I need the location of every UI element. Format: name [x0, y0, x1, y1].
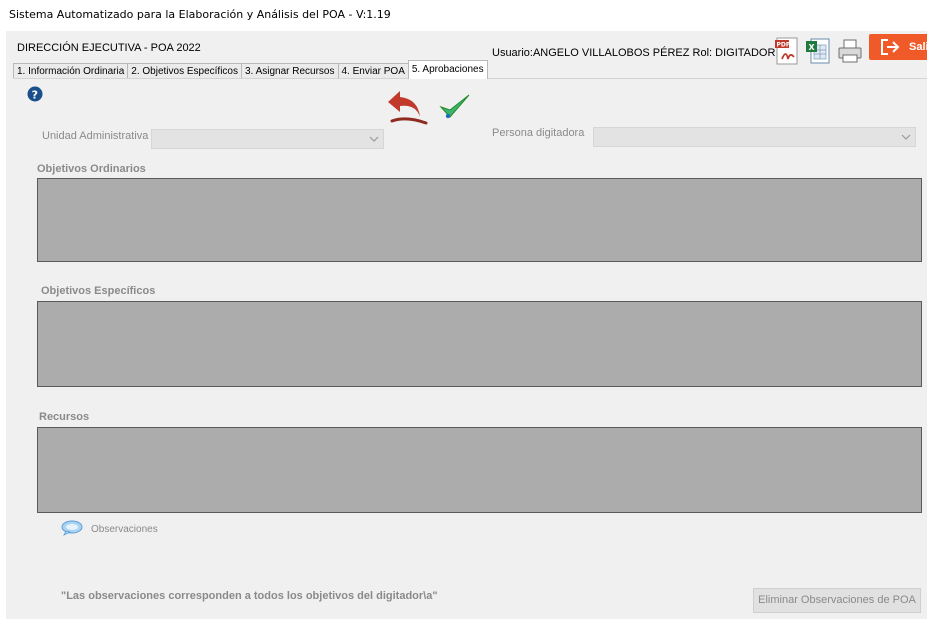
undo-icon[interactable]	[386, 85, 430, 127]
persona-digitadora-label: Persona digitadora	[492, 127, 585, 139]
objetivos-especificos-grid[interactable]	[37, 301, 922, 387]
tab-asignar-recursos[interactable]: 3. Asignar Recursos	[241, 63, 339, 79]
tab-enviar-poa[interactable]: 4. Enviar POA	[337, 63, 409, 79]
speech-bubble-icon[interactable]	[61, 520, 83, 536]
unidad-administrativa-select[interactable]	[151, 129, 384, 149]
user-info: Usuario:ANGELO VILLALOBOS PÉREZ Rol: DIG…	[492, 47, 776, 59]
svg-text:PDF: PDF	[777, 42, 790, 49]
excel-icon[interactable]: X	[803, 35, 833, 67]
observaciones-note: "Las observaciones corresponden a todos …	[61, 590, 438, 602]
recursos-grid[interactable]	[37, 427, 922, 513]
help-icon[interactable]: ?	[27, 86, 43, 102]
exit-label: Sali	[909, 41, 927, 53]
svg-text:?: ?	[32, 89, 38, 102]
persona-digitadora-select[interactable]	[593, 127, 916, 147]
tab-informacion-ordinaria[interactable]: 1. Información Ordinaria	[13, 63, 129, 79]
title-bar: Sistema Automatizado para la Elaboración…	[0, 0, 927, 30]
objetivos-ordinarios-title: Objetivos Ordinarios	[37, 163, 146, 175]
objetivos-ordinarios-grid[interactable]	[37, 178, 922, 262]
svg-text:X: X	[809, 43, 816, 52]
approve-check-icon[interactable]	[438, 92, 472, 122]
window-title: Sistema Automatizado para la Elaboración…	[9, 8, 391, 21]
exit-button[interactable]: Sali	[869, 34, 927, 60]
department-label: DIRECCIÓN EJECUTIVA - POA 2022	[17, 42, 201, 54]
eliminar-observaciones-button[interactable]: Eliminar Observaciones de POA	[753, 588, 921, 613]
exit-icon	[881, 39, 900, 55]
objetivos-especificos-title: Objetivos Específicos	[41, 285, 156, 297]
tab-aprobaciones[interactable]: 5. Aprobaciones	[407, 60, 488, 79]
chevron-down-icon	[901, 134, 911, 140]
observaciones-label: Observaciones	[91, 524, 158, 535]
recursos-title: Recursos	[39, 411, 90, 423]
unidad-administrativa-label: Unidad Administrativa	[42, 130, 149, 142]
tab-strip: 1. Información Ordinaria 2. Objetivos Es…	[13, 60, 488, 79]
tab-objetivos-especificos[interactable]: 2. Objetivos Específicos	[127, 63, 242, 79]
printer-icon[interactable]	[835, 35, 865, 67]
pdf-icon[interactable]: PDF	[772, 35, 802, 67]
chevron-down-icon	[369, 136, 379, 142]
